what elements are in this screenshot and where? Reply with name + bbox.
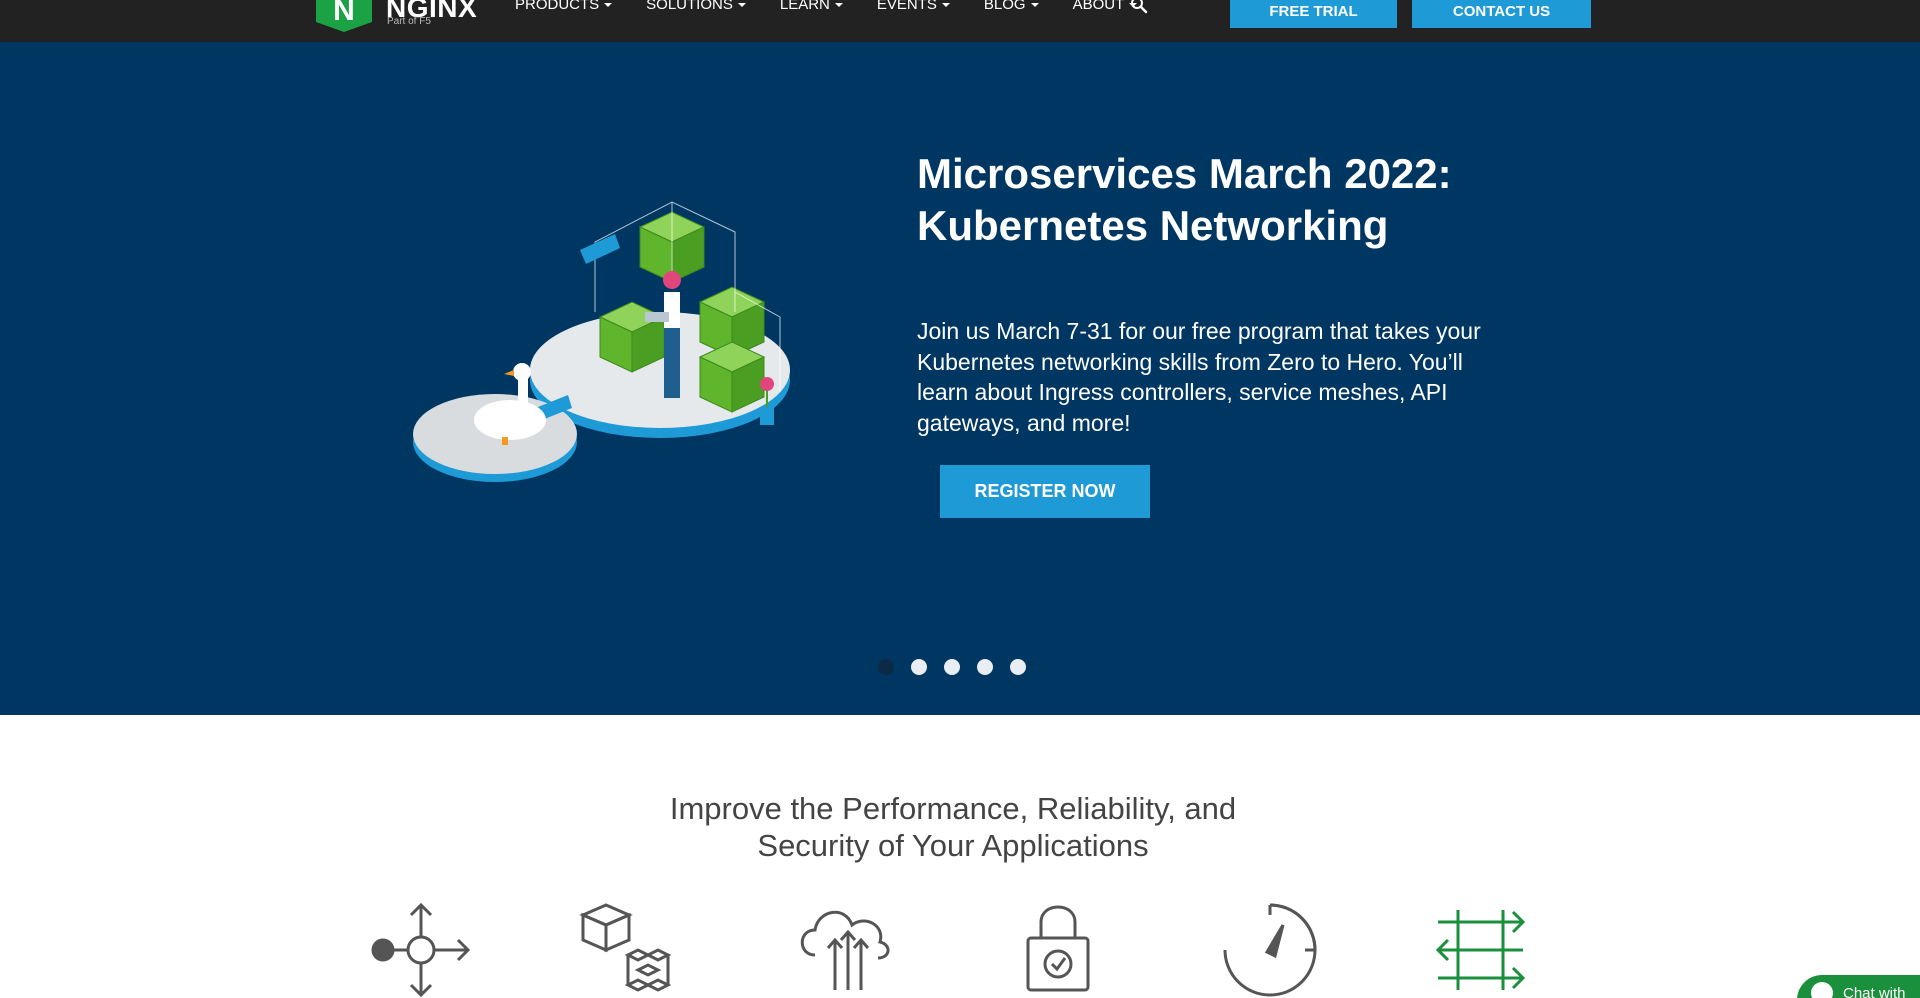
- load-balancer-icon[interactable]: [368, 900, 478, 998]
- hero-carousel: Microservices March 2022: Kubernetes Net…: [0, 42, 1920, 715]
- security-lock-icon[interactable]: [1003, 900, 1113, 998]
- register-now-button[interactable]: REGISTER NOW: [940, 465, 1150, 518]
- caret-down-icon: [1030, 2, 1039, 7]
- cloud-upload-icon[interactable]: [790, 900, 900, 998]
- carousel-dot[interactable]: [911, 659, 927, 675]
- section-title: Improve the Performance, Reliability, an…: [669, 791, 1237, 863]
- menu-item-solutions[interactable]: SOLUTIONS: [646, 0, 746, 13]
- carousel-dot[interactable]: [944, 659, 960, 675]
- caret-down-icon: [941, 2, 950, 7]
- carousel-dot[interactable]: [1010, 659, 1026, 675]
- feature-icons-row: [0, 900, 1920, 998]
- carousel-dot[interactable]: [977, 659, 993, 675]
- caret-down-icon: [737, 2, 746, 7]
- carousel-dot[interactable]: [878, 659, 894, 675]
- microservices-icon[interactable]: [578, 900, 688, 998]
- carousel-indicators: [878, 659, 1026, 675]
- chat-widget[interactable]: Chat with: [1797, 975, 1920, 998]
- hero-title: Microservices March 2022: Kubernetes Net…: [917, 150, 1452, 249]
- menu-item-learn[interactable]: LEARN: [780, 0, 843, 13]
- svg-text:N: N: [333, 0, 355, 27]
- brand-tagline: Part of F5: [387, 16, 431, 27]
- contact-us-button[interactable]: CONTACT US: [1412, 0, 1591, 28]
- chat-label: Chat with: [1843, 984, 1906, 998]
- top-navigation: N NGINX Part of F5 PRODUCTS SOLUTIONS LE…: [0, 0, 1920, 42]
- menu-item-about[interactable]: ABOUT: [1073, 0, 1138, 13]
- performance-gauge-icon[interactable]: [1215, 900, 1325, 998]
- chat-bubble-icon: [1811, 982, 1833, 998]
- caret-down-icon: [834, 2, 843, 7]
- nginx-logo-icon[interactable]: N: [314, 0, 374, 32]
- search-icon[interactable]: [1130, 0, 1148, 14]
- hero-description: Join us March 7-31 for our free program …: [917, 318, 1481, 436]
- menu-item-blog[interactable]: BLOG: [984, 0, 1039, 13]
- hero-illustration: [413, 201, 790, 482]
- caret-down-icon: [604, 2, 613, 7]
- main-menu: PRODUCTS SOLUTIONS LEARN EVENTS BLOG ABO…: [515, 0, 1171, 13]
- traffic-routing-icon[interactable]: [1428, 900, 1538, 998]
- menu-item-products[interactable]: PRODUCTS: [515, 0, 613, 13]
- menu-item-events[interactable]: EVENTS: [877, 0, 950, 13]
- free-trial-button[interactable]: FREE TRIAL: [1230, 0, 1397, 28]
